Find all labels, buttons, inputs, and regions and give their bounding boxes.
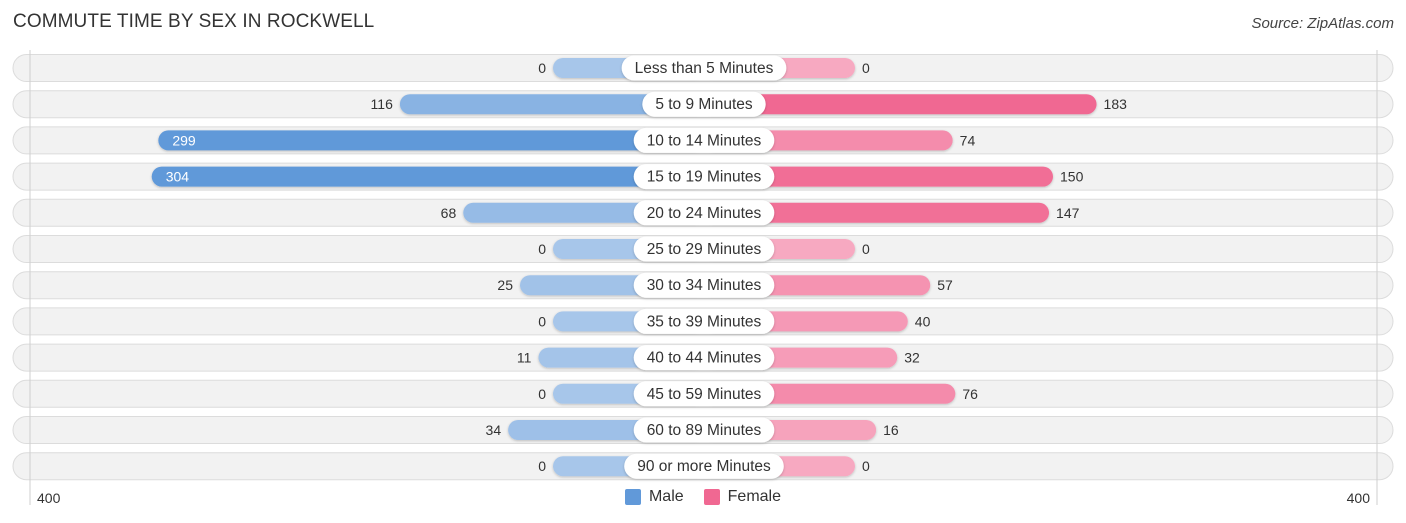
legend-item-female[interactable]: Female: [703, 488, 782, 506]
category-label: 20 to 24 Minutes: [647, 205, 762, 222]
value-label-female: 0: [862, 241, 870, 257]
value-label-female: 57: [937, 277, 953, 293]
value-label-female: 32: [904, 350, 920, 366]
value-label-female: 183: [1104, 96, 1128, 112]
legend-item-male[interactable]: Male: [624, 488, 684, 506]
value-label-female: 0: [862, 458, 870, 474]
value-label-male: 116: [371, 96, 394, 112]
value-label-female: 76: [962, 386, 978, 402]
value-label-male: 0: [538, 60, 546, 76]
value-label-male: 0: [538, 386, 546, 402]
legend-label-female: Female: [727, 488, 782, 505]
chart-canvas: Less than 5 Minutes 0 0 5 to 9 Minutes 116 18…: [12, 50, 1394, 505]
value-label-female: 147: [1056, 205, 1080, 221]
category-label: Less than 5 Minutes: [635, 60, 774, 77]
value-label-female: 16: [883, 422, 899, 438]
category-label: 5 to 9 Minutes: [655, 96, 753, 113]
value-label-male: 304: [166, 169, 190, 185]
value-label-male: 34: [486, 422, 502, 438]
value-label-male: 25: [497, 277, 513, 293]
legend: Male Female: [0, 488, 1406, 506]
category-label: 35 to 39 Minutes: [647, 313, 762, 330]
value-label-male: 0: [538, 458, 546, 474]
value-label-female: 0: [862, 60, 870, 76]
category-label: 10 to 14 Minutes: [647, 132, 762, 149]
value-label-female: 74: [960, 132, 976, 148]
value-label-male: 68: [441, 205, 457, 221]
category-label: 15 to 19 Minutes: [647, 169, 762, 186]
legend-swatch-male: [624, 489, 641, 505]
category-label: 25 to 29 Minutes: [647, 241, 762, 258]
category-label: 45 to 59 Minutes: [647, 386, 762, 403]
value-label-female: 40: [915, 313, 931, 329]
category-label: 60 to 89 Minutes: [647, 422, 762, 439]
value-label-male: 0: [538, 313, 546, 329]
bar-male[interactable]: [151, 166, 705, 187]
value-label-male: 0: [538, 241, 546, 257]
value-label-female: 150: [1060, 169, 1084, 185]
bar-male[interactable]: [158, 130, 704, 151]
legend-swatch-female: [703, 489, 720, 505]
category-label: 40 to 44 Minutes: [647, 350, 762, 367]
category-label: 90 or more Minutes: [637, 458, 771, 475]
category-label: 30 to 34 Minutes: [647, 277, 762, 294]
value-label-male: 11: [517, 350, 532, 366]
legend-label-male: Male: [648, 488, 684, 505]
value-label-male: 299: [172, 132, 196, 148]
